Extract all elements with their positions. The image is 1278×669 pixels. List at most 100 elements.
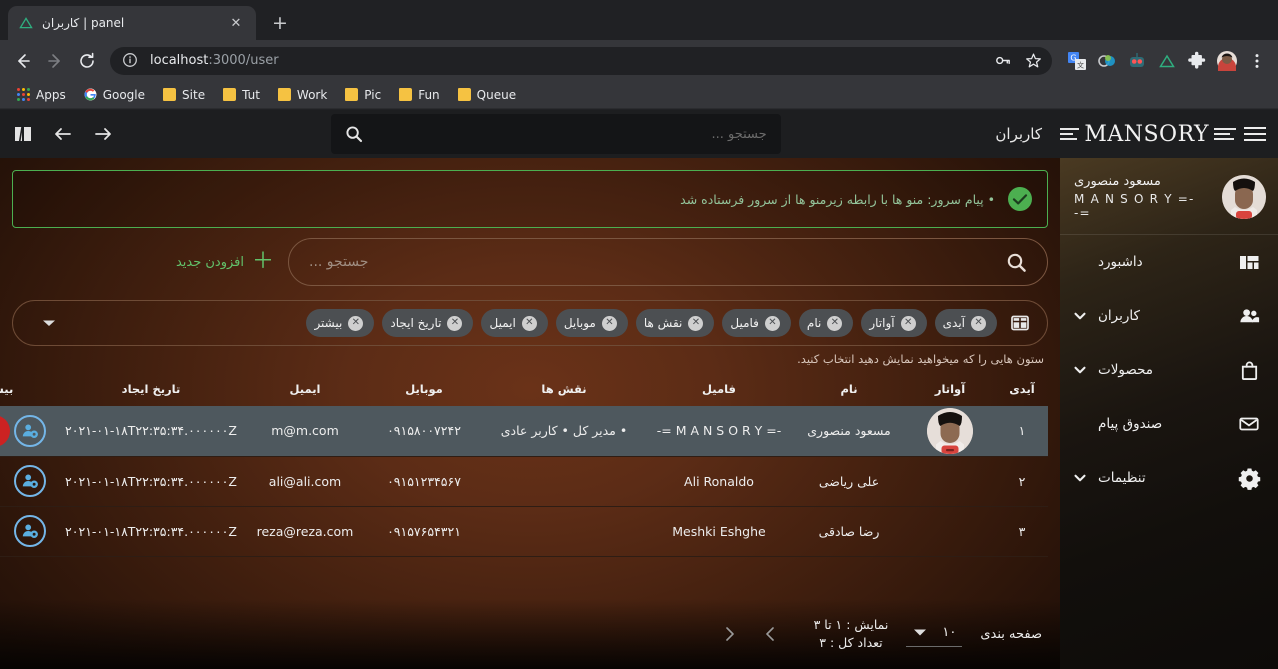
close-icon[interactable]: ✕: [971, 315, 986, 331]
avatar: [1222, 175, 1266, 219]
dashboard-icon: [1234, 252, 1264, 273]
chevron-down-icon[interactable]: [1070, 309, 1090, 323]
column-chip-id[interactable]: آیدی ✕: [934, 309, 997, 337]
page-size-select[interactable]: ۱۰: [906, 621, 963, 647]
global-search-input[interactable]: [362, 126, 767, 142]
book-open-icon[interactable]: [10, 121, 36, 147]
arrow-right-icon[interactable]: [90, 121, 116, 147]
column-chip-avatar[interactable]: آواتار ✕: [861, 309, 927, 337]
column-chip-more[interactable]: بیشتر ✕: [306, 309, 375, 337]
bookmark-queue[interactable]: Queue: [451, 85, 523, 105]
th-avatar[interactable]: آواتار: [904, 372, 996, 406]
close-icon[interactable]: ✕: [827, 315, 843, 331]
search-icon[interactable]: [345, 125, 363, 143]
menu-icon[interactable]: [1244, 121, 1266, 147]
colorpick-icon[interactable]: [1094, 48, 1120, 74]
sidebar-item-users[interactable]: کاربران: [1060, 289, 1278, 343]
column-chip-created[interactable]: تاریخ ایجاد ✕: [382, 309, 474, 337]
cell-mobile: ۰۹۱۵۷۶۵۴۳۲۱: [387, 523, 461, 539]
th-created[interactable]: تاریخ ایجاد: [56, 372, 246, 406]
th-more[interactable]: بیشتر: [0, 372, 56, 406]
user-settings-icon[interactable]: [14, 515, 46, 547]
google-translate-icon[interactable]: G文: [1064, 48, 1090, 74]
bookmark-site[interactable]: Site: [156, 85, 212, 105]
bookmark-label: Fun: [418, 87, 440, 102]
chevron-down-icon[interactable]: [1070, 363, 1090, 377]
close-icon[interactable]: ✕: [601, 315, 617, 331]
th-mobile[interactable]: موبایل: [364, 372, 484, 406]
user-settings-icon[interactable]: [14, 414, 46, 447]
cell-roles: [484, 456, 644, 506]
pagination-info: نمایش : ۱ تا ۳ تعداد کل : ۳: [814, 616, 889, 652]
puzzle-extensions-icon[interactable]: [1184, 48, 1210, 74]
close-icon[interactable]: ✕: [900, 315, 916, 331]
close-icon[interactable]: ✕: [447, 315, 463, 331]
new-tab-button[interactable]: +: [266, 9, 294, 37]
delete-icon[interactable]: [0, 414, 10, 447]
close-icon[interactable]: ✕: [348, 315, 364, 331]
sidebar-item-products[interactable]: محصولات: [1060, 343, 1278, 397]
nuxt-devtools-icon[interactable]: [1154, 48, 1180, 74]
browser-tab[interactable]: panel | کاربران ✕: [8, 6, 256, 40]
column-toggle-icon[interactable]: [1005, 308, 1035, 338]
chevron-down-icon[interactable]: [31, 317, 67, 329]
brand-logo[interactable]: MANSORY: [1057, 122, 1236, 147]
table-search[interactable]: [288, 238, 1048, 286]
close-icon[interactable]: ✕: [764, 315, 780, 331]
chevron-down-icon[interactable]: [1070, 471, 1090, 485]
table-row[interactable]: ۱ مسعود منصوری -= M A N S O R Y =- • مدی…: [0, 406, 1048, 456]
sidebar-item-dashboard[interactable]: داشبورد: [1060, 235, 1278, 289]
cell-avatar: [904, 506, 996, 556]
close-icon[interactable]: ✕: [688, 315, 704, 331]
add-new-button[interactable]: ＋ افزودن جدید: [162, 243, 288, 281]
pagination-nav: [716, 621, 784, 647]
sidebar-user[interactable]: مسعود منصوری -= M A N S O R Y =-: [1060, 164, 1278, 235]
global-search[interactable]: [330, 114, 781, 154]
page-size-value: ۱۰: [942, 625, 957, 640]
th-name[interactable]: نام: [794, 372, 904, 406]
back-icon[interactable]: [8, 46, 38, 76]
robot-icon[interactable]: [1124, 48, 1150, 74]
close-icon[interactable]: ✕: [521, 315, 537, 331]
reload-icon[interactable]: [72, 46, 102, 76]
th-email[interactable]: ایمیل: [246, 372, 364, 406]
site-info-icon[interactable]: [122, 52, 140, 70]
column-chip-name[interactable]: نام ✕: [798, 309, 854, 337]
bookmark-pic[interactable]: Pic: [338, 85, 388, 105]
cell-created: ۲۰۲۱-۰۱-۱۸T۲۲:۳۵:۳۴.۰۰۰۰۰۰Z: [65, 523, 237, 539]
chrome-menu-icon[interactable]: [1244, 48, 1270, 74]
bookmark-fun[interactable]: Fun: [392, 85, 446, 105]
cell-mobile: ۰۹۱۵۱۲۳۴۵۶۷: [387, 473, 461, 489]
bookmark-work[interactable]: Work: [271, 85, 334, 105]
column-chip-label: آیدی: [942, 316, 965, 330]
address-bar-url: localhost:3000/user: [150, 53, 279, 68]
forward-icon[interactable]: [40, 46, 70, 76]
address-bar[interactable]: localhost:3000/user: [110, 46, 1052, 75]
chevron-down-icon[interactable]: [912, 627, 928, 638]
bookmark-tut[interactable]: Tut: [216, 85, 267, 105]
table-row[interactable]: ۲ علی ریاضی Ali Ronaldo ۰۹۱۵۱۲۳۴۵۶۷ ali@…: [0, 456, 1048, 506]
prev-page-icon[interactable]: [716, 621, 742, 647]
arrow-left-icon[interactable]: [50, 121, 76, 147]
th-family[interactable]: فامیل: [644, 372, 794, 406]
next-page-icon[interactable]: [758, 621, 784, 647]
pagination-label: صفحه بندی: [980, 626, 1042, 642]
th-roles[interactable]: نقش ها: [484, 372, 644, 406]
close-icon[interactable]: ✕: [226, 13, 246, 33]
user-settings-icon[interactable]: [14, 465, 46, 497]
key-icon[interactable]: [990, 48, 1016, 74]
search-icon[interactable]: [1006, 252, 1027, 273]
star-icon[interactable]: [1020, 48, 1046, 74]
th-id[interactable]: آیدی: [996, 372, 1048, 406]
column-chip-family[interactable]: فامیل ✕: [722, 309, 791, 337]
sidebar-item-inbox[interactable]: صندوق پیام: [1060, 397, 1278, 451]
column-chip-mobile[interactable]: موبایل ✕: [555, 309, 628, 337]
table-row[interactable]: ۳ رضا صادقی Meshki Eshghe ۰۹۱۵۷۶۵۴۳۲۱ re…: [0, 506, 1048, 556]
sidebar-item-settings[interactable]: تنظیمات: [1060, 451, 1278, 505]
column-chip-roles[interactable]: نقش ها ✕: [635, 309, 715, 337]
column-chip-email[interactable]: ایمیل ✕: [481, 309, 548, 337]
table-search-input[interactable]: [309, 254, 994, 270]
profile-avatar-icon[interactable]: [1214, 48, 1240, 74]
bookmark-apps[interactable]: Apps: [10, 85, 73, 105]
bookmark-google[interactable]: Google: [77, 85, 152, 105]
